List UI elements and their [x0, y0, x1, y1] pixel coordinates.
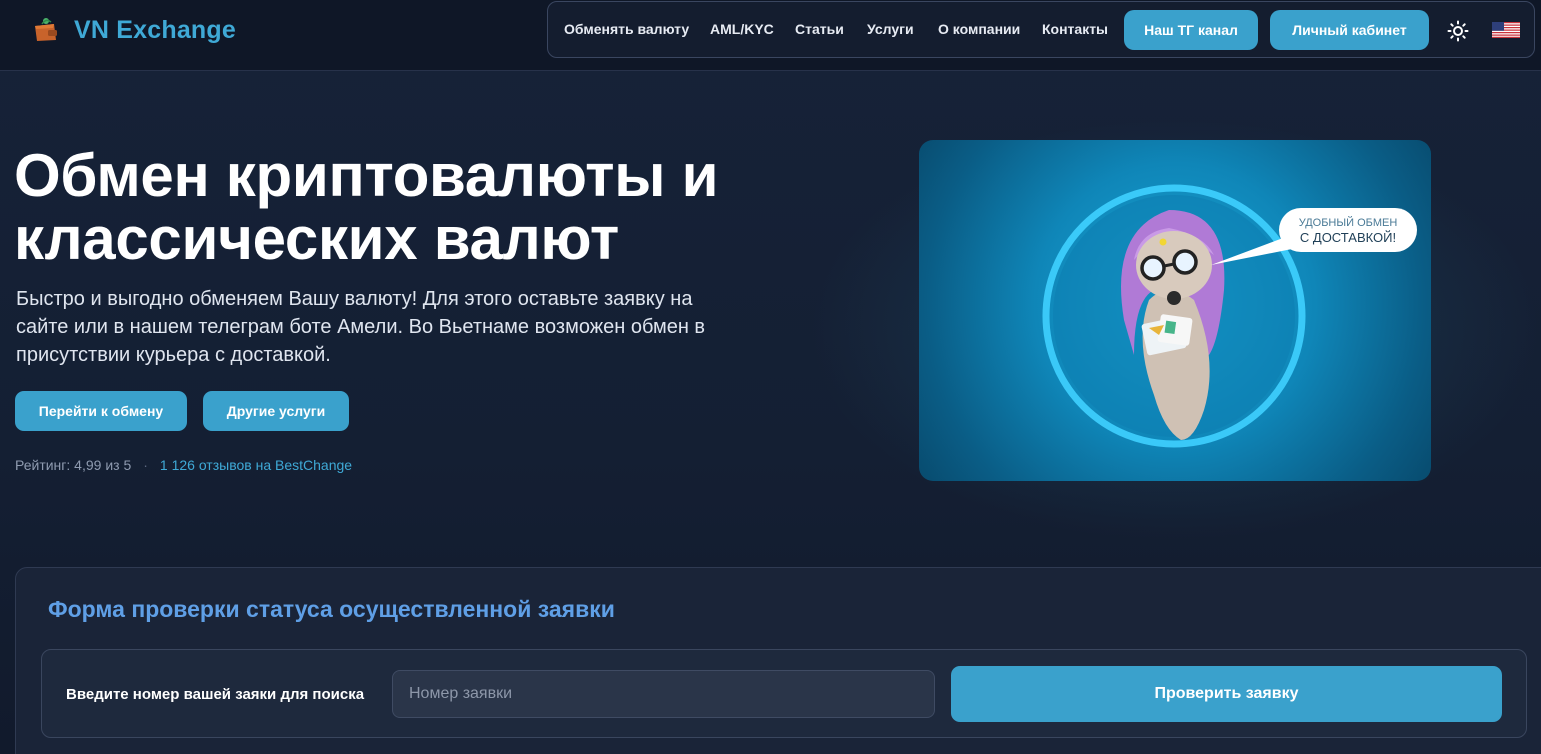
- nav-item-exchange[interactable]: Обменять валюту: [564, 21, 689, 37]
- rating-line: Рейтинг: 4,99 из 5 · 1 126 отзывов на Be…: [15, 457, 352, 473]
- bubble-text-line1: УДОБНЫЙ ОБМЕН: [1299, 216, 1398, 229]
- sun-icon[interactable]: [1447, 20, 1469, 42]
- bestchange-reviews-link[interactable]: 1 126 отзывов на BestChange: [160, 457, 352, 473]
- nav-item-aml-kyc[interactable]: AML/KYC: [710, 21, 774, 37]
- status-form-title: Форма проверки статуса осуществленной за…: [48, 596, 615, 622]
- brand-logo[interactable]: VN Exchange: [32, 14, 236, 46]
- hero-title: Обмен криптовалюты и классических валют: [14, 142, 719, 272]
- page: VN Exchange Обменять валюту AML/KYC Стат…: [0, 0, 1541, 754]
- wallet-logo-icon: [35, 18, 57, 41]
- site-header: VN Exchange Обменять валюту AML/KYC Стат…: [0, 0, 1541, 71]
- go-to-exchange-button[interactable]: Перейти к обмену: [15, 391, 187, 431]
- brand-name: VN Exchange: [74, 15, 236, 44]
- nav-item-services[interactable]: Услуги: [867, 21, 914, 37]
- check-order-button[interactable]: Проверить заявку: [951, 666, 1502, 722]
- nav-item-contacts[interactable]: Контакты: [1042, 21, 1108, 37]
- telegram-channel-button[interactable]: Наш ТГ канал: [1124, 10, 1258, 50]
- hero-illustration: УДОБНЫЙ ОБМЕН С ДОСТАВКОЙ!: [919, 140, 1431, 481]
- personal-cabinet-button[interactable]: Личный кабинет: [1270, 10, 1429, 50]
- mascot-illustration: УДОБНЫЙ ОБМЕН С ДОСТАВКОЙ!: [1042, 184, 1417, 448]
- other-services-button[interactable]: Другие услуги: [203, 391, 349, 431]
- nav-item-articles[interactable]: Статьи: [795, 21, 844, 37]
- hero-subtitle: Быстро и выгодно обменяем Вашу валюту! Д…: [16, 288, 706, 366]
- rating-separator: ·: [143, 457, 148, 473]
- nav-item-about[interactable]: О компании: [938, 21, 1020, 37]
- main-nav: Обменять валюту AML/KYC Статьи Услуги О …: [547, 1, 1535, 58]
- status-form-row: Введите номер вашей заяки для поиска Про…: [41, 649, 1527, 738]
- status-check-card: Форма проверки статуса осуществленной за…: [15, 567, 1541, 754]
- us-flag-icon[interactable]: [1492, 22, 1520, 38]
- order-number-label: Введите номер вашей заяки для поиска: [66, 686, 365, 703]
- order-number-input[interactable]: [392, 670, 935, 718]
- bubble-text-line2: С ДОСТАВКОЙ!: [1300, 230, 1396, 245]
- rating-score: Рейтинг: 4,99 из 5: [15, 457, 132, 473]
